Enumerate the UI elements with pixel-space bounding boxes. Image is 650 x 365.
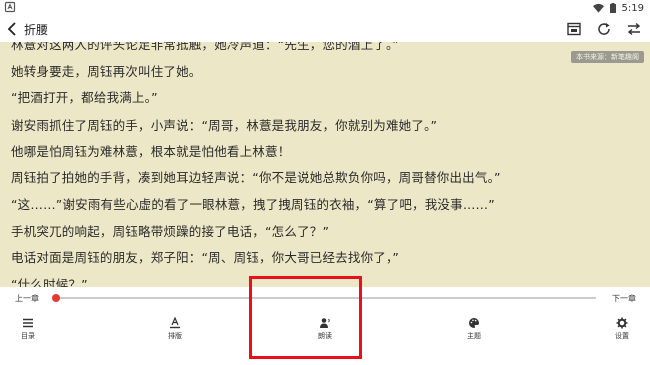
- toc-label: 目录: [21, 332, 35, 340]
- book-source-badge: 本书来源：新笔趣阁: [571, 51, 644, 63]
- paragraph: 手机突兀的响起，周钰略带烦躁的接了电话，“怎么了？”: [11, 224, 330, 239]
- status-bar: 5:19: [0, 0, 650, 16]
- paragraph: 她转身要走，周钰再次叫住了她。: [11, 64, 202, 79]
- refresh-icon[interactable]: [596, 21, 612, 37]
- theme-button[interactable]: 主题: [454, 317, 494, 341]
- battery-icon: [609, 3, 616, 13]
- menu-icon: [23, 318, 33, 328]
- paragraph: “把酒打开，都给我满上。”: [11, 90, 158, 105]
- toc-button[interactable]: 目录: [8, 317, 48, 341]
- wifi-icon: [592, 3, 604, 13]
- paragraph: “什么时候？”: [11, 277, 88, 287]
- next-chapter-button[interactable]: 下一章: [612, 293, 636, 304]
- book-title: 折腰: [24, 23, 49, 37]
- paragraph: “这……”谢安雨有些心虚的看了一眼林薏，拽了拽周钰的衣袖，“算了吧，我没事……”: [11, 197, 495, 212]
- app-notification-icon: [4, 1, 16, 13]
- prev-chapter-button[interactable]: 上一章: [15, 293, 39, 304]
- paragraph: 周钰拍了拍她的手背，凑到她耳边轻声说：“你不是说她总欺负你吗，周哥替你出出气。”: [11, 170, 501, 185]
- settings-button[interactable]: 设置: [602, 317, 642, 341]
- reader-content[interactable]: 林薏对这两人的评头论足非常抵触，她冷声道：“先生，您的酒上了。” 本书来源：新笔…: [0, 42, 650, 287]
- settings-label: 设置: [615, 332, 629, 340]
- text-format-icon: [170, 317, 180, 329]
- paragraph: 他哪是怕周钰为难林薏，根本就是怕他看上林薏！: [11, 144, 291, 159]
- read-aloud-icon: [320, 318, 330, 328]
- top-app-bar: 折腰: [0, 16, 650, 42]
- chapter-progress-slider[interactable]: [52, 294, 596, 302]
- swap-icon[interactable]: [626, 21, 642, 37]
- palette-icon: [469, 318, 479, 328]
- paragraph: 谢安雨抓住了周钰的手，小声说：“周哥，林薏是我朋友，你就别为难她了。”: [11, 118, 438, 133]
- paragraph: 电话对面是周钰的朋友，郑子阳：“周、周钰，你大哥已经去找你了，”: [11, 250, 400, 265]
- layout-button[interactable]: 排版: [155, 317, 195, 341]
- progress-thumb[interactable]: [52, 294, 60, 302]
- status-icons: 5:19: [592, 0, 644, 16]
- reading-control-panel: 上一章 下一章 目录 排版 朗读 主题 设置: [0, 287, 650, 365]
- back-arrow-icon[interactable]: [6, 21, 20, 37]
- status-time: 5:19: [621, 2, 644, 14]
- read-aloud-button[interactable]: 朗读: [305, 317, 345, 341]
- switch-source-icon[interactable]: [566, 21, 582, 37]
- settings-gear-icon: [616, 317, 628, 329]
- theme-label: 主题: [467, 332, 481, 340]
- layout-label: 排版: [168, 332, 182, 340]
- top-actions: [566, 21, 642, 37]
- read-aloud-label: 朗读: [318, 332, 332, 340]
- paragraph: 林薏对这两人的评头论足非常抵触，她冷声道：“先生，您的酒上了。”: [11, 42, 400, 52]
